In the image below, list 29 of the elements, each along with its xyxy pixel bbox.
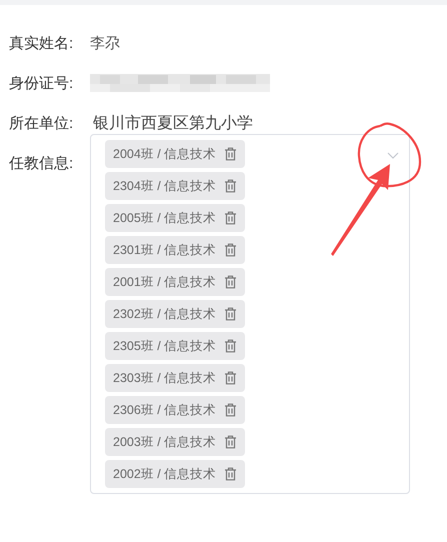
field-value: 李尕 [90, 34, 120, 54]
class-tag: 2002班 / 信息技术 [105, 460, 246, 488]
trash-icon[interactable] [224, 467, 238, 481]
trash-icon[interactable] [224, 403, 238, 417]
trash-icon[interactable] [224, 275, 238, 289]
trash-icon[interactable] [224, 179, 238, 193]
class-tag: 2005班 / 信息技术 [105, 204, 246, 232]
trash-icon[interactable] [224, 339, 238, 353]
trash-icon[interactable] [224, 371, 238, 385]
class-tag: 2301班 / 信息技术 [105, 236, 246, 264]
class-tag: 2306班 / 信息技术 [105, 396, 246, 424]
field-label: 身份证号: [9, 74, 74, 94]
trash-icon[interactable] [224, 435, 238, 449]
trash-icon[interactable] [224, 211, 238, 225]
class-tag: 2004班 / 信息技术 [105, 140, 246, 168]
class-tag: 2302班 / 信息技术 [105, 300, 246, 328]
trash-icon[interactable] [224, 147, 238, 161]
class-tag: 2303班 / 信息技术 [105, 364, 246, 392]
field-value: 银川市西夏区第九小学 [93, 114, 253, 134]
class-tag: 2305班 / 信息技术 [105, 332, 246, 360]
class-tag: 2304班 / 信息技术 [105, 172, 246, 200]
trash-icon[interactable] [224, 243, 238, 257]
field-label: 任教信息: [9, 154, 74, 174]
class-tag: 2001班 / 信息技术 [105, 268, 246, 296]
trash-icon[interactable] [224, 307, 238, 321]
field-label: 所在单位: [9, 114, 74, 134]
field-label: 真实姓名: [9, 34, 74, 54]
class-tag: 2003班 / 信息技术 [105, 428, 246, 456]
tag-select[interactable]: 2004班 / 信息技术 2304班 / 信息技术 2005班 / 信息技术 2301班 / 信息技术 2001班 / 信息技术 2302班 / 信息技术 2305班 / 信息技术 2303班 / 信息技术 2306班 / 信息技术 2003班 / 信息技术 2002班 / 信息技术 [90, 134, 410, 494]
